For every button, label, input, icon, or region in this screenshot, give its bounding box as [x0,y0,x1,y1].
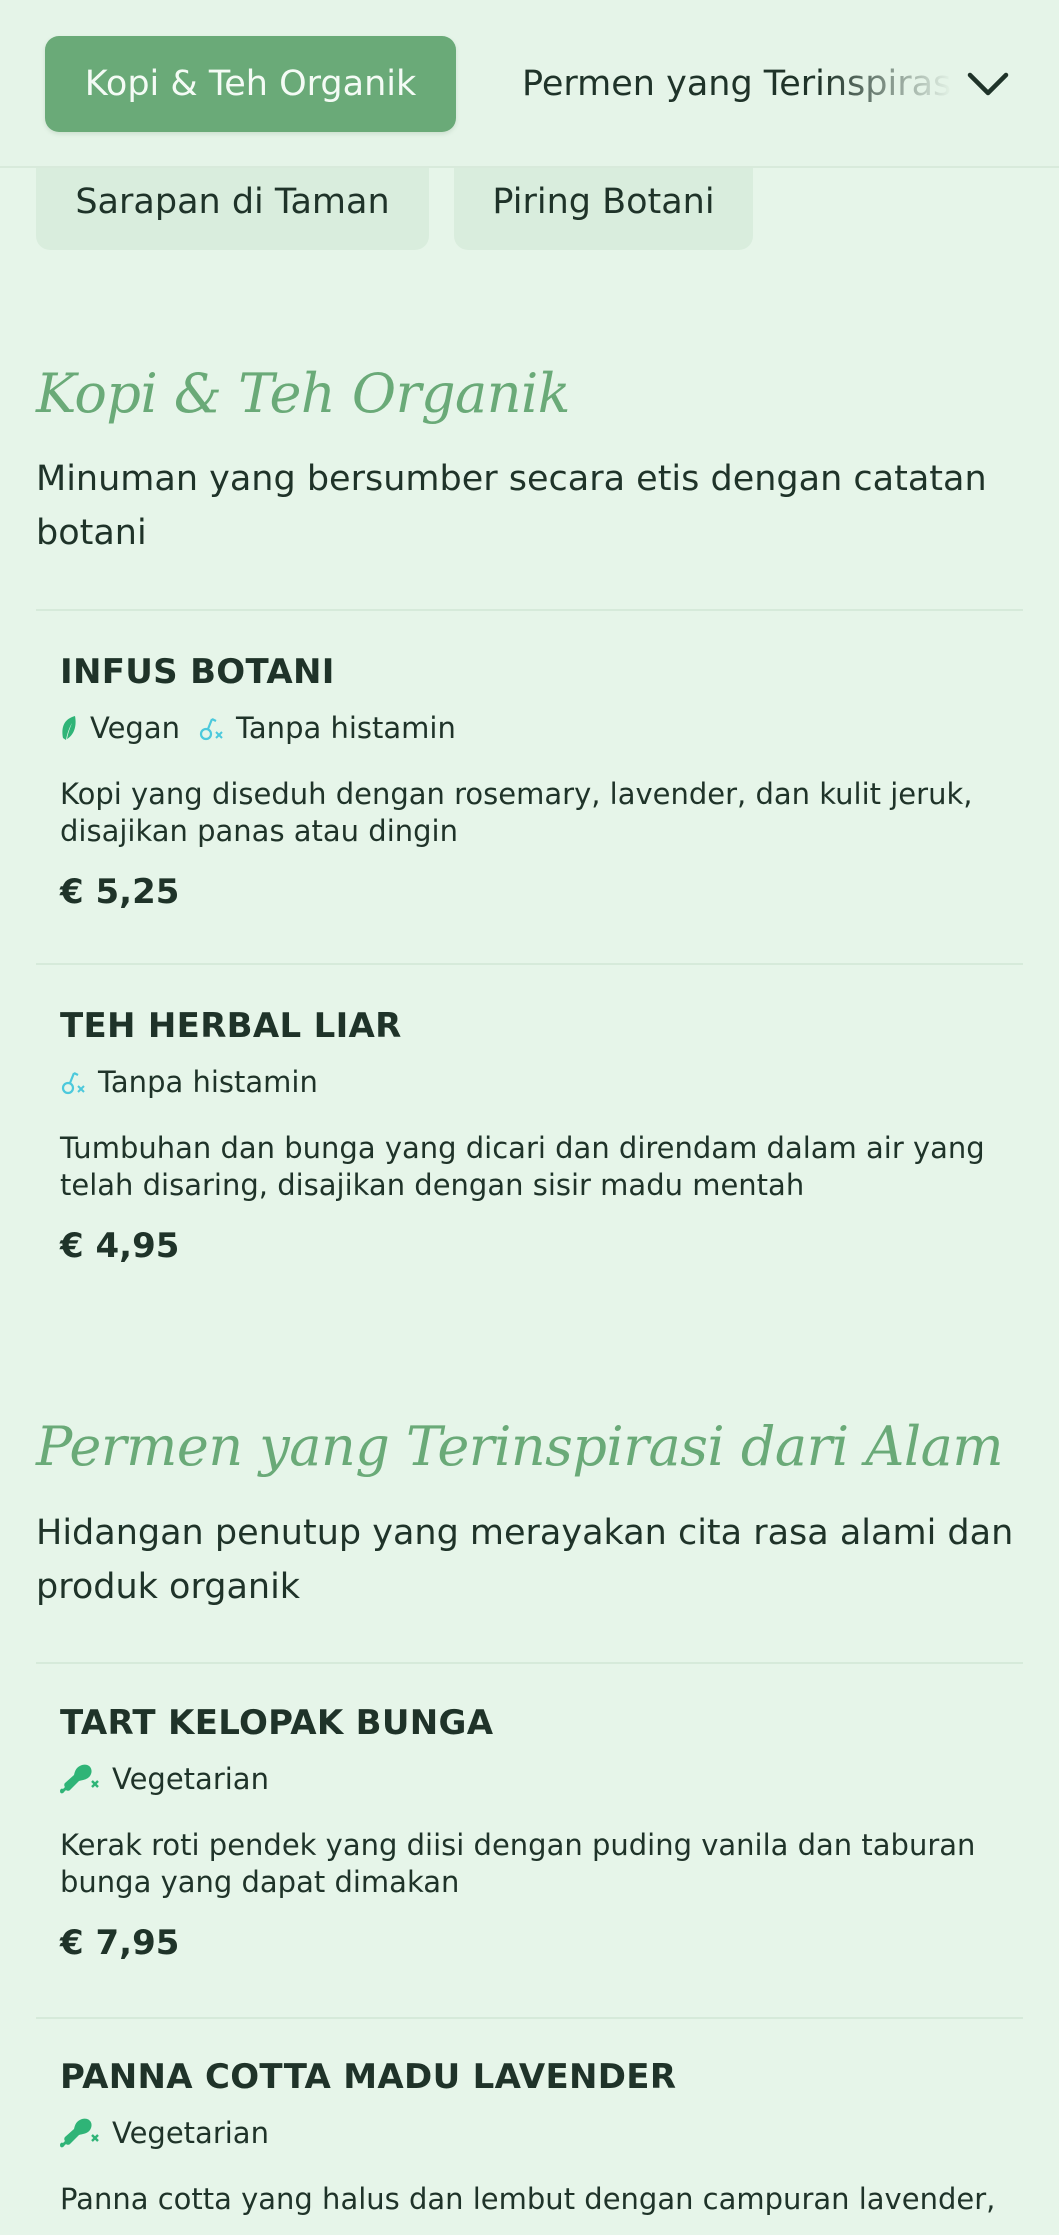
section-description: Hidangan penutup yang merayakan cita ras… [36,1513,1014,1607]
menu-item-name: TART KELOPAK BUNGA [60,1703,494,1743]
tag-vegetarian: Vegetarian [60,2115,269,2151]
menu-item-price: € 7,95 [60,1923,180,1963]
menu-item-name: INFUS BOTANI [60,652,335,692]
histamine-free-icon [199,718,223,741]
section-title-desserts: Permen yang Terinspirasi dari Alam [36,1415,1004,1478]
divider [36,963,1023,965]
category-chip-next[interactable]: Permen yang Terinspirasi dari Alam [522,36,952,132]
histamine-free-icon [61,1072,85,1095]
menu-item-price: € 4,95 [60,1226,180,1266]
expand-categories-button[interactable] [960,56,1016,112]
tag-histamine-free: Tanpa histamin [198,711,456,745]
menu-item-price: € 5,25 [60,872,180,912]
no-meat-icon [60,2118,99,2148]
menu-item-description: Kopi yang diseduh dengan rosemary, laven… [60,777,973,848]
menu-item-description: Kerak roti pendek yang diisi dengan pudi… [60,1828,976,1899]
category-chip-active[interactable]: Kopi & Teh Organik [45,36,456,132]
menu-item-name: PANNA COTTA MADU LAVENDER [60,2057,677,2097]
divider [36,609,1023,611]
leaf-icon [62,716,76,740]
dietary-tags: Vegetarian [60,2115,1010,2151]
no-meat-icon [60,1764,99,1794]
tag-label: Tanpa histamin [98,1065,318,1099]
section-title-coffee-tea: Kopi & Teh Organik [36,362,570,425]
menu-item-description: Panna cotta yang halus dan lembut dengan… [60,2182,996,2216]
menu-item[interactable]: INFUS BOTANI Vegan Tanpa histamin Kopi y [60,650,1010,914]
divider [36,2017,1023,2019]
menu-item-description: Tumbuhan dan bunga yang dicari dan diren… [60,1131,985,1202]
tag-label: Vegetarian [112,2116,269,2150]
menu-item-name: TEH HERBAL LIAR [60,1006,402,1046]
dietary-tags: Vegetarian [60,1761,1010,1797]
menu-page: Kopi & Teh Organik Permen yang Terinspir… [0,0,1059,2235]
menu-item[interactable]: TART KELOPAK BUNGA Vegetarian Kerak roti… [60,1701,1010,1965]
tag-vegan: Vegan [60,711,180,745]
tag-label: Vegan [90,711,180,745]
section-description: Minuman yang bersumber secara etis denga… [36,459,987,553]
tag-histamine-free: Tanpa histamin [60,1065,318,1099]
tag-label: Tanpa histamin [236,711,456,745]
chevron-down-icon [967,72,1009,96]
dietary-tags: Vegan Tanpa histamin [60,710,1010,746]
dietary-tags: Tanpa histamin [60,1064,1010,1100]
divider [36,1662,1023,1664]
menu-item[interactable]: PANNA COTTA MADU LAVENDER Vegetarian Pan… [60,2055,1010,2218]
menu-item[interactable]: TEH HERBAL LIAR Tanpa histamin Tumbuhan … [60,1004,1010,1268]
tag-label: Vegetarian [112,1762,269,1796]
tag-vegetarian: Vegetarian [60,1761,269,1797]
category-nav: Kopi & Teh Organik Permen yang Terinspir… [0,0,1059,168]
